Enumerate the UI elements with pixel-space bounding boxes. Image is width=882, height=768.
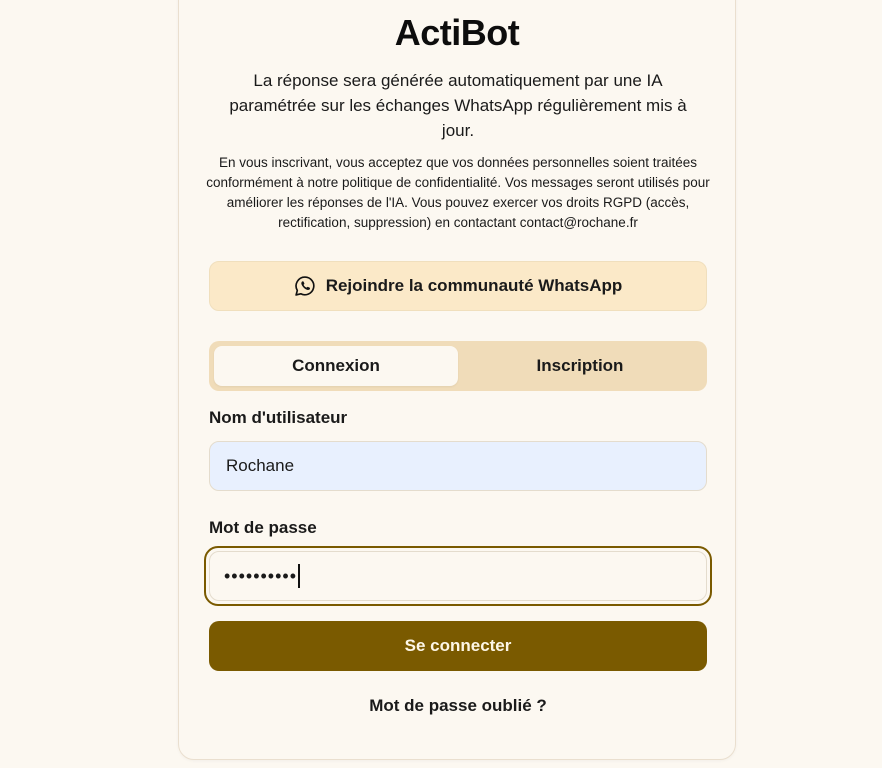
- password-label: Mot de passe: [209, 518, 317, 537]
- forgot-password-link[interactable]: Mot de passe oublié ?: [209, 696, 707, 716]
- password-input[interactable]: ••••••••••: [209, 551, 707, 601]
- password-value: ••••••••••: [224, 565, 298, 586]
- text-caret: [298, 564, 300, 588]
- join-whatsapp-button[interactable]: Rejoindre la communauté WhatsApp: [209, 261, 707, 311]
- join-whatsapp-label: Rejoindre la communauté WhatsApp: [325, 276, 623, 295]
- password-focus-ring: ••••••••••: [204, 546, 712, 606]
- app-title: ActiBot: [394, 12, 520, 53]
- username-input[interactable]: Rochane: [209, 441, 707, 491]
- tab-connexion[interactable]: Connexion: [214, 346, 458, 386]
- tab-inscription[interactable]: Inscription: [458, 346, 702, 386]
- login-button[interactable]: Se connecter: [209, 621, 707, 671]
- whatsapp-icon: [294, 275, 316, 297]
- auth-tabs: Connexion Inscription: [209, 341, 707, 391]
- username-value: Rochane: [226, 456, 295, 475]
- privacy-notice: En vous inscrivant, vous acceptez que vo…: [206, 155, 710, 230]
- username-label: Nom d'utilisateur: [209, 408, 348, 427]
- app-subtitle: La réponse sera générée automatiquement …: [229, 71, 687, 140]
